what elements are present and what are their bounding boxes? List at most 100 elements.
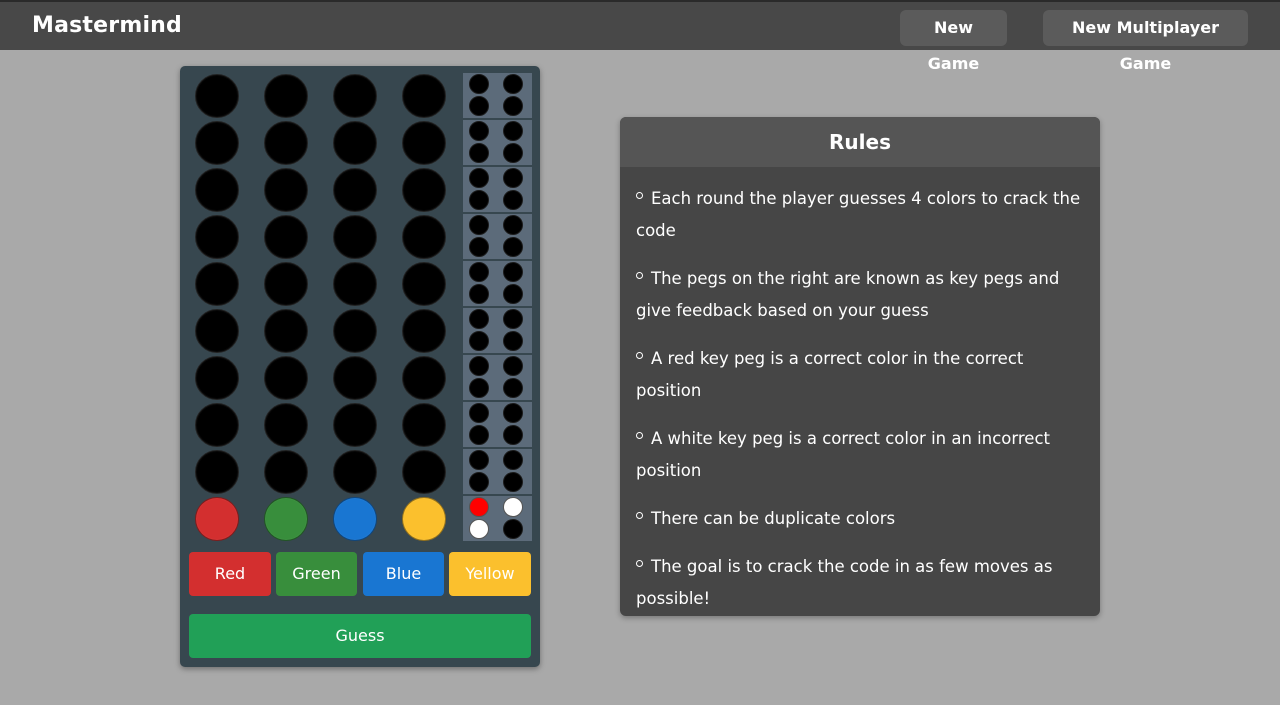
- key-peg-box: [463, 449, 532, 495]
- guess-row: [180, 308, 540, 355]
- code-peg[interactable]: [195, 356, 239, 400]
- code-peg[interactable]: [333, 168, 377, 212]
- guess-row: [180, 496, 540, 543]
- blue-color-button[interactable]: Blue: [363, 552, 444, 596]
- top-navbar: Mastermind New Game New Multiplayer Game: [0, 0, 1280, 73]
- key-peg: [503, 237, 523, 257]
- key-peg: [503, 143, 523, 163]
- key-peg: [503, 262, 523, 282]
- code-peg[interactable]: [195, 168, 239, 212]
- code-peg[interactable]: [264, 74, 308, 118]
- rule-item: A white key peg is a correct color in an…: [636, 429, 1050, 480]
- code-peg[interactable]: [402, 450, 446, 494]
- key-peg: [469, 262, 489, 282]
- code-peg[interactable]: [264, 450, 308, 494]
- code-peg[interactable]: [402, 403, 446, 447]
- code-peg[interactable]: [402, 262, 446, 306]
- code-peg[interactable]: [195, 403, 239, 447]
- code-peg[interactable]: [195, 215, 239, 259]
- code-peg[interactable]: [195, 121, 239, 165]
- code-peg[interactable]: [264, 121, 308, 165]
- code-peg[interactable]: [333, 450, 377, 494]
- code-peg[interactable]: [264, 356, 308, 400]
- code-peg[interactable]: [195, 450, 239, 494]
- code-peg[interactable]: [333, 121, 377, 165]
- new-multiplayer-game-button[interactable]: New Multiplayer Game: [1043, 10, 1248, 73]
- code-peg[interactable]: [402, 168, 446, 212]
- key-peg: [469, 472, 489, 492]
- rule-item: The pegs on the right are known as key p…: [636, 269, 1060, 320]
- bullet-icon: [636, 192, 643, 199]
- key-peg: [469, 497, 489, 517]
- key-peg-box: [463, 402, 532, 448]
- code-peg[interactable]: [264, 403, 308, 447]
- app-title[interactable]: Mastermind: [32, 13, 182, 38]
- code-peg[interactable]: [264, 215, 308, 259]
- yellow-color-button[interactable]: Yellow: [449, 552, 531, 596]
- key-peg: [503, 331, 523, 351]
- bullet-icon: [636, 272, 643, 279]
- key-peg: [469, 356, 489, 376]
- guess-row: [180, 73, 540, 120]
- guess-row: [180, 355, 540, 402]
- key-peg-box: [463, 355, 532, 401]
- code-peg[interactable]: [195, 497, 239, 541]
- key-peg: [503, 356, 523, 376]
- key-peg: [503, 96, 523, 116]
- key-peg: [503, 497, 523, 517]
- code-peg[interactable]: [402, 215, 446, 259]
- key-peg: [469, 450, 489, 470]
- code-peg[interactable]: [264, 309, 308, 353]
- code-peg[interactable]: [264, 497, 308, 541]
- code-peg[interactable]: [402, 309, 446, 353]
- rule-item: The goal is to crack the code in as few …: [636, 557, 1053, 608]
- code-peg[interactable]: [333, 497, 377, 541]
- key-peg: [469, 121, 489, 141]
- key-peg: [503, 378, 523, 398]
- key-peg: [469, 519, 489, 539]
- code-peg[interactable]: [264, 262, 308, 306]
- rule-item: There can be duplicate colors: [636, 503, 1084, 535]
- code-peg[interactable]: [402, 497, 446, 541]
- code-peg[interactable]: [333, 356, 377, 400]
- bullet-icon: [636, 352, 643, 359]
- guess-row: [180, 167, 540, 214]
- key-peg: [503, 168, 523, 188]
- code-peg[interactable]: [195, 74, 239, 118]
- guess-button[interactable]: Guess: [189, 614, 531, 658]
- key-peg: [469, 284, 489, 304]
- key-peg: [469, 425, 489, 445]
- code-peg[interactable]: [333, 309, 377, 353]
- key-peg: [503, 121, 523, 141]
- green-color-button[interactable]: Green: [276, 552, 357, 596]
- bullet-icon: [636, 512, 643, 519]
- key-peg: [469, 96, 489, 116]
- code-peg[interactable]: [264, 168, 308, 212]
- rules-panel: Rules Each round the player guesses 4 co…: [620, 117, 1100, 616]
- code-peg[interactable]: [333, 215, 377, 259]
- key-peg: [503, 472, 523, 492]
- code-peg[interactable]: [333, 74, 377, 118]
- guess-row: [180, 402, 540, 449]
- code-peg[interactable]: [195, 262, 239, 306]
- key-peg-box: [463, 496, 532, 542]
- code-peg[interactable]: [333, 403, 377, 447]
- key-peg: [469, 215, 489, 235]
- guess-row: [180, 120, 540, 167]
- new-game-button[interactable]: New Game: [900, 10, 1007, 73]
- key-peg-box: [463, 167, 532, 213]
- code-peg[interactable]: [402, 356, 446, 400]
- red-color-button[interactable]: Red: [189, 552, 271, 596]
- rules-list: Each round the player guesses 4 colors t…: [620, 167, 1100, 615]
- key-peg: [503, 450, 523, 470]
- key-peg: [469, 190, 489, 210]
- code-peg[interactable]: [195, 309, 239, 353]
- key-peg: [469, 74, 489, 94]
- code-peg[interactable]: [333, 262, 377, 306]
- rule-item: Each round the player guesses 4 colors t…: [636, 189, 1081, 240]
- code-peg[interactable]: [402, 74, 446, 118]
- key-peg: [503, 74, 523, 94]
- code-peg[interactable]: [402, 121, 446, 165]
- key-peg: [469, 309, 489, 329]
- key-peg-box: [463, 308, 532, 354]
